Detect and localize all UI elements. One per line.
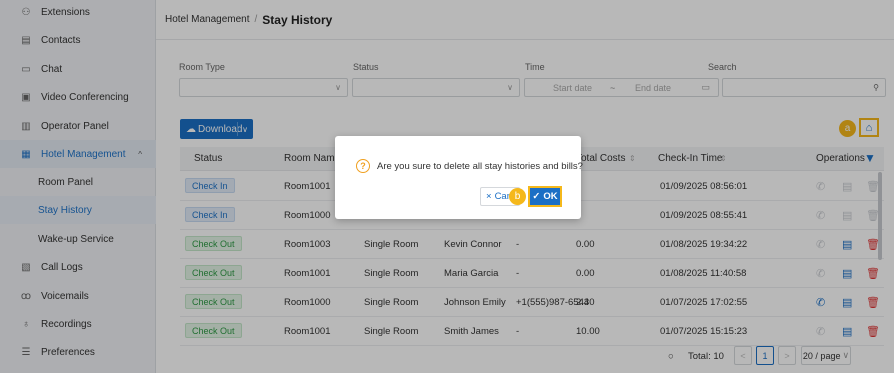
ok-button[interactable]: ✓ OK xyxy=(528,186,562,207)
close-icon: × xyxy=(486,191,492,202)
check-icon: ✓ xyxy=(532,191,541,202)
dialog-message: Are you sure to delete all stay historie… xyxy=(377,161,583,172)
confirm-dialog: ? Are you sure to delete all stay histor… xyxy=(335,136,583,219)
step-badge-b: b xyxy=(509,188,526,205)
ok-label: OK xyxy=(543,191,558,202)
question-icon: ? xyxy=(356,159,370,173)
